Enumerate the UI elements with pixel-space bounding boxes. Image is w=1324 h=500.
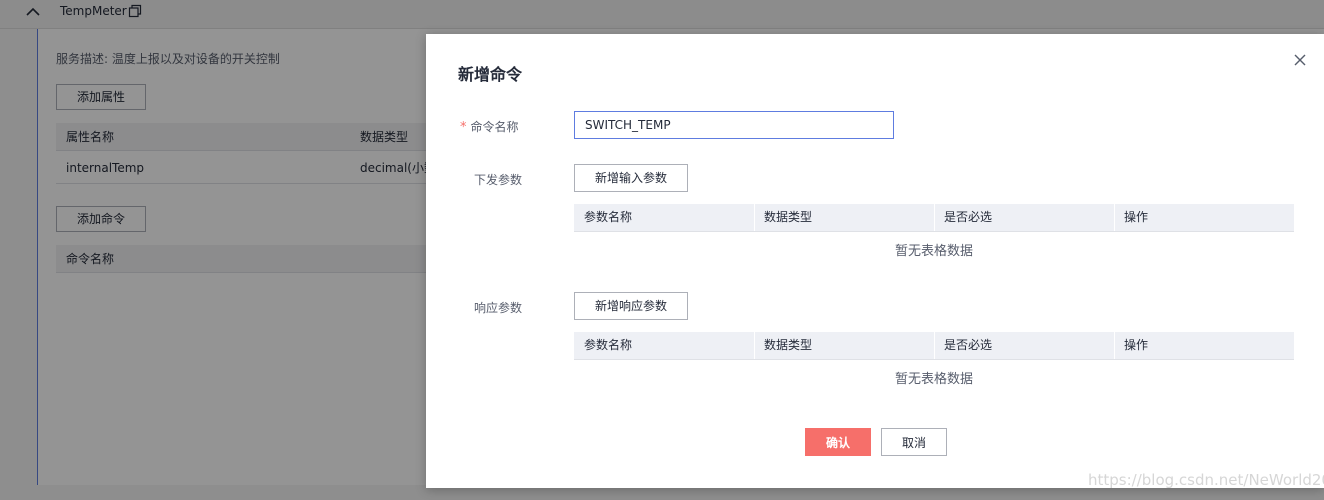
param-type-header: 数据类型	[764, 210, 813, 224]
response-param-empty-text: 暂无表格数据	[894, 372, 973, 387]
response-param-table-header: 参数名称 数据类型 是否必选 操作	[574, 332, 1294, 360]
confirm-button[interactable]: 确认	[805, 428, 871, 456]
close-icon[interactable]	[1290, 50, 1310, 70]
watermark: https://blog.csdn.net/NeWorld20	[1088, 471, 1324, 489]
command-name-input[interactable]	[574, 111, 894, 139]
param-name-header: 参数名称	[584, 210, 633, 224]
required-marker: *	[460, 120, 467, 135]
param-name-header: 参数名称	[584, 338, 633, 352]
downlink-params-label: 下发参数	[474, 173, 523, 187]
cancel-button[interactable]: 取消	[881, 428, 947, 456]
param-action-header: 操作	[1124, 338, 1149, 352]
response-params-label: 响应参数	[474, 301, 523, 315]
param-action-header: 操作	[1124, 210, 1149, 224]
dialog-title: 新增命令	[458, 65, 523, 84]
add-response-param-button[interactable]: 新增响应参数	[574, 292, 688, 320]
command-name-label-text: 命令名称	[470, 120, 519, 134]
add-command-dialog: 新增命令 *命令名称 下发参数 新增输入参数 参数名称 数据类型 是否必选 操作…	[426, 34, 1324, 488]
input-param-empty-text: 暂无表格数据	[894, 244, 973, 259]
input-param-table-header: 参数名称 数据类型 是否必选 操作	[574, 204, 1294, 232]
param-type-header: 数据类型	[764, 338, 813, 352]
add-input-param-button[interactable]: 新增输入参数	[574, 164, 688, 192]
param-required-header: 是否必选	[944, 338, 993, 352]
command-name-label: * 命令名称	[460, 119, 519, 136]
param-required-header: 是否必选	[944, 210, 993, 224]
